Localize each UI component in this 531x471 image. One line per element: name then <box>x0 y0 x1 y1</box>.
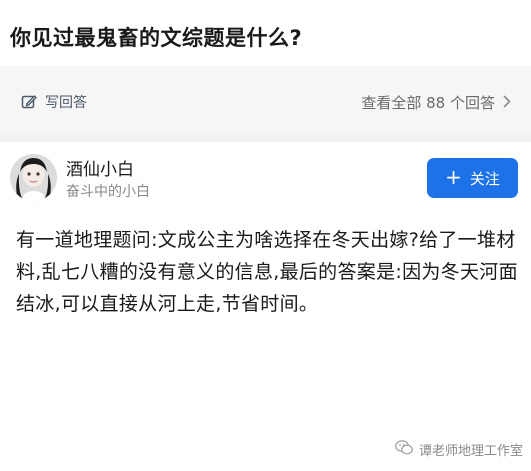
follow-button[interactable]: + 关注 <box>427 158 518 198</box>
write-answer-button[interactable]: 写回答 <box>21 92 87 112</box>
view-all-answers-link[interactable]: 查看全部 88 个回答 <box>361 92 511 113</box>
author-name[interactable]: 酒仙小白 <box>66 155 134 180</box>
view-all-label: 查看全部 88 个回答 <box>361 94 495 112</box>
chevron-right-icon <box>503 94 511 112</box>
answer-text: 有一道地理题问:文成公主为啥选择在冬天出嫁?给了一堆材料,乱七八糟的没有意义的信… <box>16 229 518 315</box>
follow-label: 关注 <box>469 169 500 188</box>
author-bio: 奋斗中的小白 <box>66 184 150 200</box>
question-title: 你见过最鬼畜的文综题是什么? <box>10 26 303 50</box>
plus-icon: + <box>445 165 462 189</box>
watermark: 谭老师地理工作室 <box>395 440 523 459</box>
watermark-label: 谭老师地理工作室 <box>418 444 523 459</box>
avatar[interactable] <box>10 154 57 201</box>
wechat-icon <box>395 440 413 459</box>
section-divider <box>0 134 531 142</box>
edit-icon <box>21 94 37 110</box>
write-answer-label: 写回答 <box>45 95 87 111</box>
